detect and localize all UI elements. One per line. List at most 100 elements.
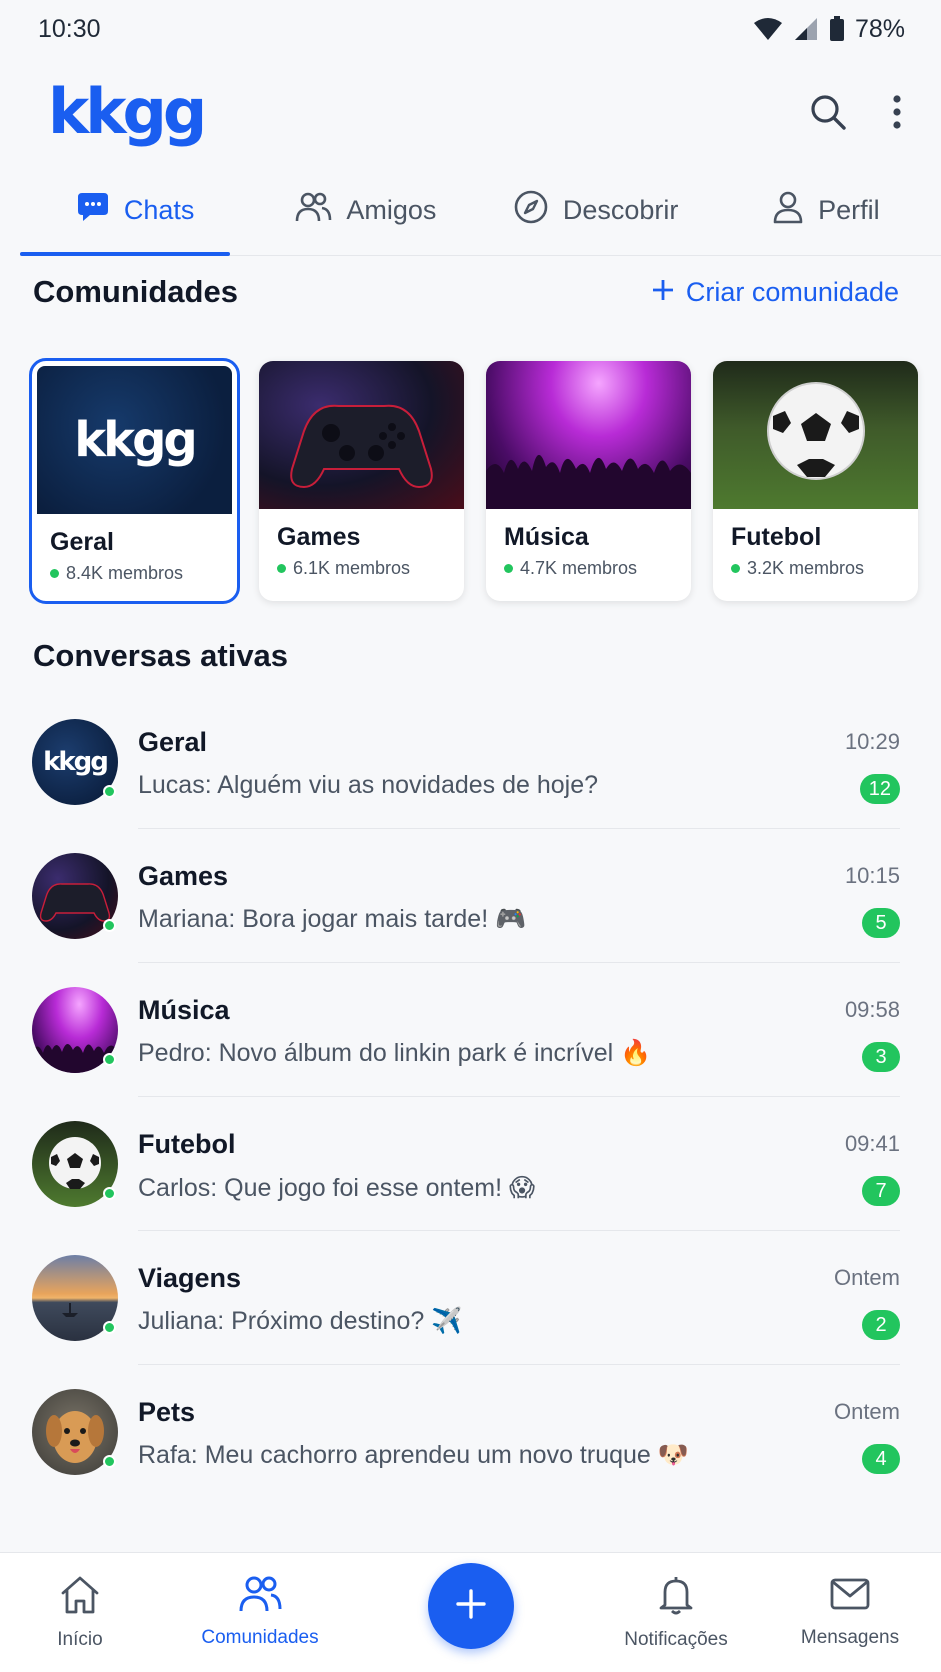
nav-inicio[interactable]: Início	[50, 1575, 110, 1651]
community-members: 8.4K membros	[50, 563, 219, 584]
online-dot	[50, 569, 59, 578]
chat-time: Ontem	[833, 1265, 900, 1290]
nav-label: Início	[57, 1629, 103, 1650]
community-image: kkgg	[37, 366, 232, 514]
battery-icon	[829, 16, 845, 42]
app-logo: kkgg	[48, 75, 207, 148]
tab-chats[interactable]: Chats	[20, 166, 250, 256]
online-indicator	[103, 1321, 116, 1334]
signal-icon	[793, 17, 819, 41]
chat-row-pets[interactable]: Pets Rafa: Meu cachorro aprendeu um novo…	[0, 1365, 941, 1499]
community-members: 4.7K membros	[504, 558, 673, 579]
online-dot	[731, 564, 740, 573]
battery-level: 78%	[854, 14, 905, 43]
community-members: 6.1K membros	[277, 558, 446, 579]
plus-icon	[455, 1588, 487, 1625]
tab-label: Descobrir	[562, 195, 679, 225]
chat-row-games[interactable]: Games Mariana: Bora jogar mais tarde! 🎮 …	[0, 829, 941, 963]
chat-time: 09:58	[844, 997, 900, 1022]
online-dot	[277, 564, 286, 573]
chat-name: Música	[138, 995, 230, 1025]
communities-header: Comunidades Criar comunidade	[33, 272, 899, 312]
community-name: Música	[504, 523, 589, 551]
wifi-icon	[753, 17, 783, 41]
nav-comunidades[interactable]: Comunidades	[188, 1575, 332, 1649]
bell-icon	[657, 1575, 695, 1621]
nav-label: Notificações	[624, 1629, 728, 1650]
nav-label: Mensagens	[800, 1627, 900, 1648]
search-icon[interactable]	[809, 93, 847, 131]
communities-carousel: kkgg Geral 8.4K membros Games 6.1K membr…	[29, 358, 937, 604]
chat-name: Pets	[138, 1397, 196, 1427]
crowd-icon	[486, 454, 691, 509]
chat-row-musica[interactable]: Música Pedro: Novo álbum do linkin park …	[0, 963, 941, 1097]
chat-row-geral[interactable]: kkgg Geral Lucas: Alguém viu as novidade…	[0, 695, 941, 829]
chat-name: Geral	[138, 727, 208, 757]
tab-perfil[interactable]: Perfil	[711, 166, 941, 255]
online-indicator	[103, 1053, 116, 1066]
unread-badge: 5	[862, 908, 900, 938]
community-image	[486, 361, 691, 509]
chat-row-futebol[interactable]: Futebol Carlos: Que jogo foi esse ontem!…	[0, 1097, 941, 1231]
chat-time: 10:15	[844, 863, 900, 888]
kkgg-logo: kkgg	[43, 747, 109, 777]
community-name: Games	[277, 523, 361, 551]
chat-time: 09:41	[844, 1131, 900, 1156]
chat-row-viagens[interactable]: Viagens Juliana: Próximo destino? ✈️ Ont…	[0, 1231, 941, 1365]
nav-label: Comunidades	[201, 1627, 319, 1648]
status-bar: 10:30 78%	[0, 0, 941, 58]
members-count: 4.7K membros	[520, 558, 638, 578]
create-community-button[interactable]: Criar comunidade	[652, 277, 899, 308]
chat-list: kkgg Geral Lucas: Alguém viu as novidade…	[0, 695, 941, 1499]
online-dot	[504, 564, 513, 573]
more-options-icon[interactable]	[891, 94, 903, 130]
chat-name: Futebol	[138, 1129, 236, 1159]
create-fab-button[interactable]	[428, 1563, 514, 1649]
communities-icon	[238, 1575, 282, 1619]
online-indicator	[103, 1187, 116, 1200]
chat-last-message: Rafa: Meu cachorro aprendeu um novo truq…	[138, 1441, 689, 1469]
status-icons: 78%	[753, 15, 905, 44]
plus-icon	[652, 277, 674, 308]
nav-notificacoes[interactable]: Notificações	[614, 1575, 738, 1651]
tab-label: Chats	[123, 195, 195, 225]
community-card-musica[interactable]: Música 4.7K membros	[486, 361, 691, 601]
chat-last-message: Juliana: Próximo destino? ✈️	[138, 1307, 463, 1335]
community-name: Geral	[50, 528, 114, 556]
community-members: 3.2K membros	[731, 558, 900, 579]
tab-descobrir[interactable]: Descobrir	[481, 166, 711, 255]
community-card-futebol[interactable]: Futebol 3.2K membros	[713, 361, 918, 601]
nav-mensagens[interactable]: Mensagens	[794, 1575, 906, 1649]
unread-badge: 3	[862, 1042, 900, 1072]
unread-badge: 4	[862, 1444, 900, 1474]
bottom-nav: Início Comunidades Notificações Mensagen…	[0, 1552, 941, 1672]
chats-header: Conversas ativas	[33, 636, 899, 676]
soccer-ball-icon	[767, 382, 865, 480]
home-icon	[59, 1575, 101, 1621]
online-indicator	[103, 785, 116, 798]
friends-icon	[294, 191, 332, 230]
members-count: 8.4K membros	[66, 563, 184, 583]
chat-last-message: Lucas: Alguém viu as novidades de hoje?	[138, 771, 599, 799]
section-title: Comunidades	[33, 274, 238, 309]
kkgg-logo: kkgg	[74, 412, 198, 468]
chat-last-message: Carlos: Que jogo foi esse ontem! 😱	[138, 1174, 536, 1202]
chat-last-message: Mariana: Bora jogar mais tarde! 🎮	[138, 905, 527, 933]
community-card-games[interactable]: Games 6.1K membros	[259, 361, 464, 601]
tab-label: Perfil	[818, 195, 880, 225]
community-card-geral[interactable]: kkgg Geral 8.4K membros	[29, 358, 240, 604]
chat-time: Ontem	[833, 1399, 900, 1424]
unread-badge: 12	[859, 774, 900, 804]
chat-last-message: Pedro: Novo álbum do linkin park é incrí…	[138, 1039, 652, 1067]
chat-icon	[76, 191, 110, 230]
tab-amigos[interactable]: Amigos	[250, 166, 480, 255]
unread-badge: 7	[862, 1176, 900, 1206]
chat-time: 10:29	[844, 729, 900, 754]
create-community-label: Criar comunidade	[685, 276, 899, 307]
members-count: 3.2K membros	[747, 558, 865, 578]
community-image	[259, 361, 464, 509]
chat-name: Games	[138, 861, 229, 891]
status-time: 10:30	[38, 14, 101, 43]
chat-name: Viagens	[138, 1263, 242, 1293]
game-controller-icon	[290, 404, 433, 489]
